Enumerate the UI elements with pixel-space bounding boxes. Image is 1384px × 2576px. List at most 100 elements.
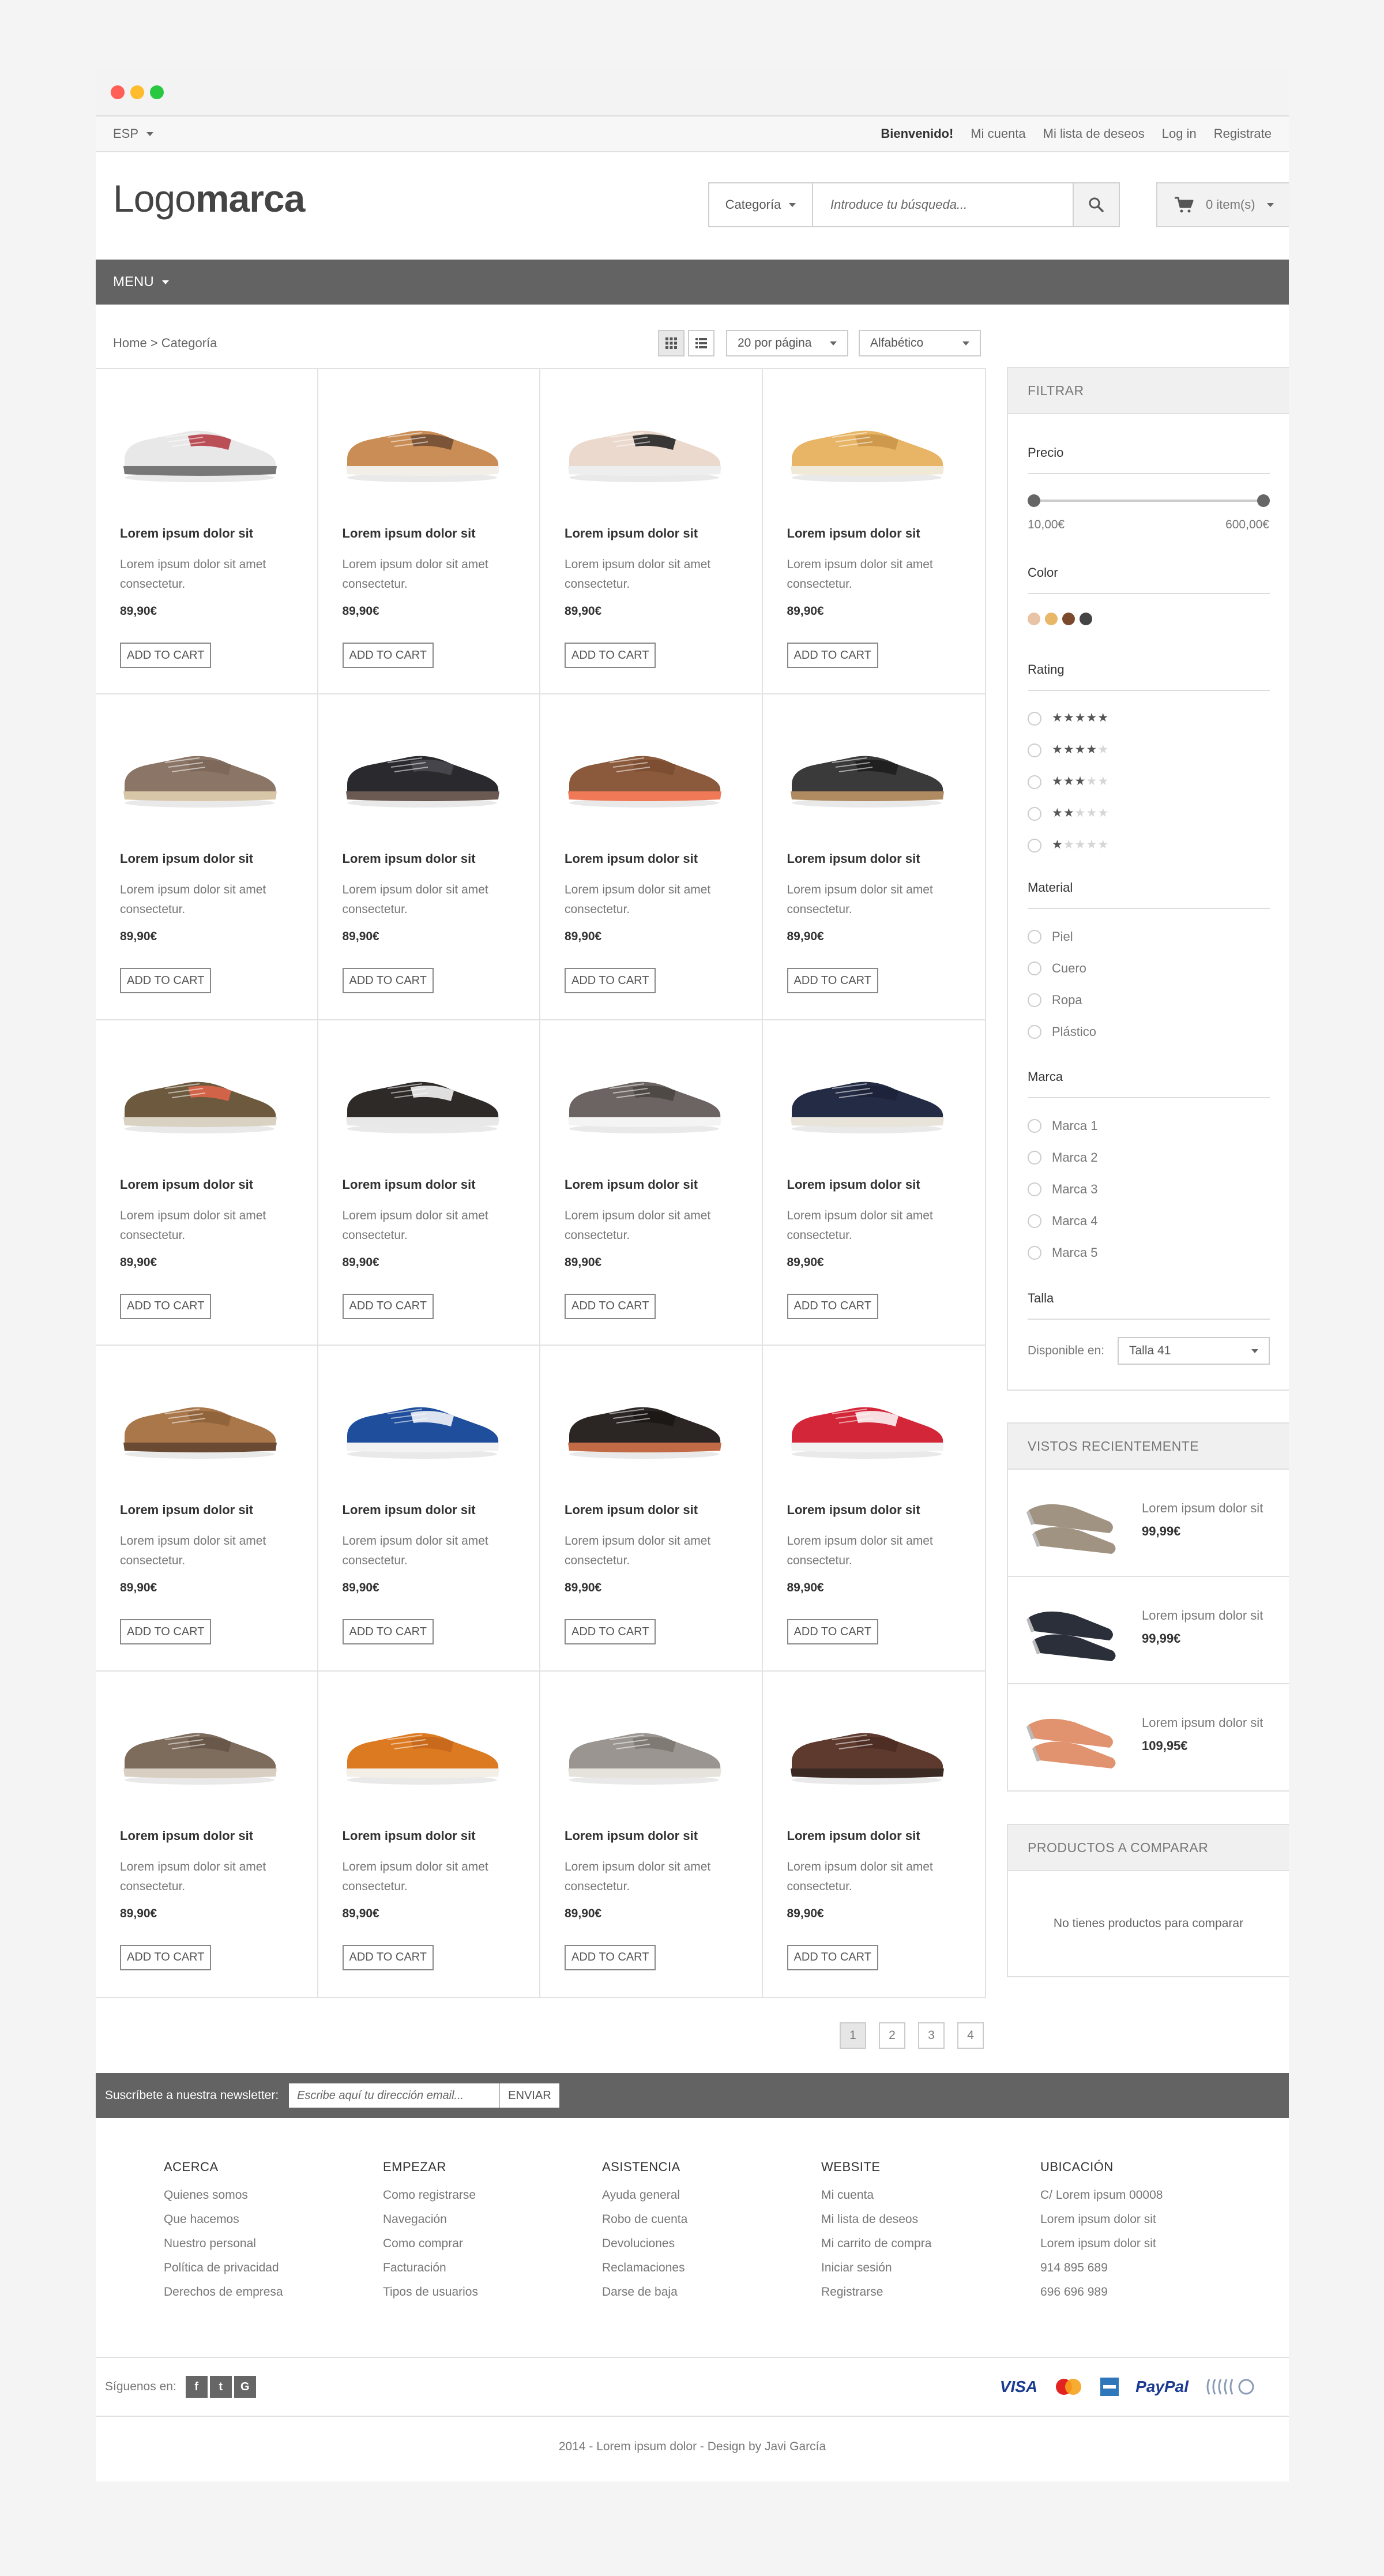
size-select[interactable]: Talla 41 — [1118, 1337, 1270, 1365]
facebook-icon[interactable]: f — [185, 2376, 208, 2398]
add-to-cart-button[interactable]: ADD TO CART — [120, 1293, 212, 1319]
search-category-select[interactable]: Categoría — [709, 183, 813, 226]
product-name[interactable]: Lorem ipsum dolor sit — [343, 1177, 476, 1192]
product-name[interactable]: Lorem ipsum dolor sit — [343, 1503, 476, 1518]
search-input[interactable] — [813, 183, 1073, 226]
recent-item[interactable]: Lorem ipsum dolor sit 99,99€ — [1008, 1577, 1289, 1684]
add-to-cart-button[interactable]: ADD TO CART — [787, 1293, 878, 1319]
page-button-4[interactable]: 4 — [957, 2022, 984, 2049]
footer-link[interactable]: Como comprar — [383, 2237, 602, 2261]
add-to-cart-button[interactable]: ADD TO CART — [565, 1619, 656, 1645]
my-account-link[interactable]: Mi cuenta — [971, 126, 1025, 141]
product-card[interactable]: Lorem ipsum dolor sit Lorem ipsum dolor s… — [96, 1671, 318, 1997]
footer-link[interactable]: Devoluciones — [602, 2237, 821, 2261]
product-card[interactable]: Lorem ipsum dolor sit Lorem ipsum dolor s… — [762, 1020, 985, 1346]
product-card[interactable]: Lorem ipsum dolor sit Lorem ipsum dolor s… — [540, 1020, 763, 1346]
footer-link[interactable]: Iniciar sesión — [821, 2261, 1040, 2285]
search-button[interactable] — [1073, 183, 1119, 226]
brand-option-label[interactable]: Marca 4 — [1052, 1214, 1097, 1229]
product-name[interactable]: Lorem ipsum dolor sit — [787, 851, 920, 866]
product-card[interactable]: Lorem ipsum dolor sit Lorem ipsum dolor s… — [318, 369, 540, 695]
product-name[interactable]: Lorem ipsum dolor sit — [343, 851, 476, 866]
add-to-cart-button[interactable]: ADD TO CART — [120, 968, 212, 994]
product-name[interactable]: Lorem ipsum dolor sit — [787, 1503, 920, 1518]
product-name[interactable]: Lorem ipsum dolor sit — [120, 526, 253, 541]
close-window-dot[interactable] — [111, 85, 125, 99]
add-to-cart-button[interactable]: ADD TO CART — [787, 1619, 878, 1645]
product-card[interactable]: Lorem ipsum dolor sit Lorem ipsum dolor s… — [762, 694, 985, 1020]
footer-link[interactable]: Como registrarse — [383, 2188, 602, 2213]
sort-select[interactable]: Alfabético — [859, 330, 981, 356]
product-name[interactable]: Lorem ipsum dolor sit — [787, 1828, 920, 1843]
add-to-cart-button[interactable]: ADD TO CART — [120, 643, 212, 668]
page-button-3[interactable]: 3 — [918, 2022, 945, 2049]
product-name[interactable]: Lorem ipsum dolor sit — [565, 526, 698, 541]
product-card[interactable]: Lorem ipsum dolor sit Lorem ipsum dolor s… — [96, 1346, 318, 1672]
product-name[interactable]: Lorem ipsum dolor sit — [120, 851, 253, 866]
price-max-handle[interactable] — [1257, 494, 1270, 507]
brand-option-label[interactable]: Marca 2 — [1052, 1150, 1097, 1165]
product-card[interactable]: Lorem ipsum dolor sit Lorem ipsum dolor s… — [318, 1671, 540, 1997]
product-name[interactable]: Lorem ipsum dolor sit — [565, 1828, 698, 1843]
breadcrumb[interactable]: Home > Categoría — [113, 336, 217, 351]
footer-link[interactable]: Reclamaciones — [602, 2261, 821, 2285]
twitter-icon[interactable]: t — [209, 2376, 232, 2398]
product-name[interactable]: Lorem ipsum dolor sit — [787, 526, 920, 541]
language-selector[interactable]: ESP — [113, 126, 154, 141]
material-option-radio[interactable] — [1028, 930, 1041, 944]
recent-item-name[interactable]: Lorem ipsum dolor sit — [1142, 1715, 1263, 1730]
recent-item-name[interactable]: Lorem ipsum dolor sit — [1142, 1501, 1263, 1516]
product-card[interactable]: Lorem ipsum dolor sit Lorem ipsum dolor s… — [540, 694, 763, 1020]
color-swatch[interactable] — [1062, 613, 1075, 625]
product-card[interactable]: Lorem ipsum dolor sit Lorem ipsum dolor s… — [540, 1346, 763, 1672]
product-card[interactable]: Lorem ipsum dolor sit Lorem ipsum dolor s… — [763, 1672, 986, 1997]
add-to-cart-button[interactable]: ADD TO CART — [342, 968, 434, 994]
product-name[interactable]: Lorem ipsum dolor sit — [120, 1828, 253, 1843]
product-name[interactable]: Lorem ipsum dolor sit — [343, 526, 476, 541]
product-name[interactable]: Lorem ipsum dolor sit — [120, 1177, 253, 1192]
add-to-cart-button[interactable]: ADD TO CART — [787, 643, 878, 668]
add-to-cart-button[interactable]: ADD TO CART — [120, 1619, 212, 1645]
footer-link[interactable]: C/ Lorem ipsum 00008 — [1040, 2188, 1259, 2213]
register-link[interactable]: Registrate — [1214, 126, 1272, 141]
add-to-cart-button[interactable]: ADD TO CART — [787, 968, 878, 994]
add-to-cart-button[interactable]: ADD TO CART — [565, 1293, 656, 1319]
add-to-cart-button[interactable]: ADD TO CART — [120, 1944, 212, 1970]
footer-link[interactable]: Que hacemos — [164, 2213, 383, 2237]
footer-link[interactable]: Registrarse — [821, 2285, 1040, 2310]
add-to-cart-button[interactable]: ADD TO CART — [342, 1619, 434, 1645]
product-card[interactable]: Lorem ipsum dolor sit Lorem ipsum dolor s… — [96, 369, 318, 695]
product-card[interactable]: Lorem ipsum dolor sit Lorem ipsum dolor s… — [540, 369, 763, 695]
add-to-cart-button[interactable]: ADD TO CART — [787, 1944, 878, 1970]
product-card[interactable]: Lorem ipsum dolor sit Lorem ipsum dolor s… — [762, 369, 985, 695]
product-card[interactable]: Lorem ipsum dolor sit Lorem ipsum dolor s… — [318, 1346, 540, 1672]
color-swatch[interactable] — [1080, 613, 1092, 625]
footer-link[interactable]: Derechos de empresa — [164, 2285, 383, 2310]
recent-item[interactable]: Lorem ipsum dolor sit 99,99€ — [1008, 1470, 1289, 1577]
footer-link[interactable]: Navegación — [383, 2213, 602, 2237]
recent-item-name[interactable]: Lorem ipsum dolor sit — [1142, 1608, 1263, 1623]
price-min-handle[interactable] — [1028, 494, 1040, 507]
product-card[interactable]: Lorem ipsum dolor sit Lorem ipsum dolor s… — [762, 1346, 985, 1672]
page-button-2[interactable]: 2 — [879, 2022, 905, 2049]
cart-button[interactable]: 0 item(s) — [1156, 182, 1289, 227]
brand-option-label[interactable]: Marca 5 — [1052, 1245, 1097, 1260]
brand-option-radio[interactable] — [1028, 1182, 1041, 1196]
grid-view-button[interactable] — [658, 330, 685, 356]
footer-link[interactable]: Política de privacidad — [164, 2261, 383, 2285]
main-menu-bar[interactable]: MENU — [96, 260, 1289, 305]
material-option-label[interactable]: Ropa — [1052, 993, 1082, 1008]
color-swatch[interactable] — [1045, 613, 1058, 625]
brand-option-radio[interactable] — [1028, 1214, 1041, 1228]
product-name[interactable]: Lorem ipsum dolor sit — [565, 1177, 698, 1192]
add-to-cart-button[interactable]: ADD TO CART — [565, 968, 656, 994]
brand-option-label[interactable]: Marca 3 — [1052, 1182, 1097, 1197]
color-swatch[interactable] — [1028, 613, 1040, 625]
material-option-radio[interactable] — [1028, 962, 1041, 975]
newsletter-submit-button[interactable]: ENVIAR — [499, 2083, 559, 2108]
login-link[interactable]: Log in — [1162, 126, 1197, 141]
site-logo[interactable]: Logomarca — [113, 177, 305, 220]
newsletter-email-input[interactable] — [289, 2083, 499, 2108]
add-to-cart-button[interactable]: ADD TO CART — [342, 1293, 434, 1319]
material-option-radio[interactable] — [1028, 993, 1041, 1007]
